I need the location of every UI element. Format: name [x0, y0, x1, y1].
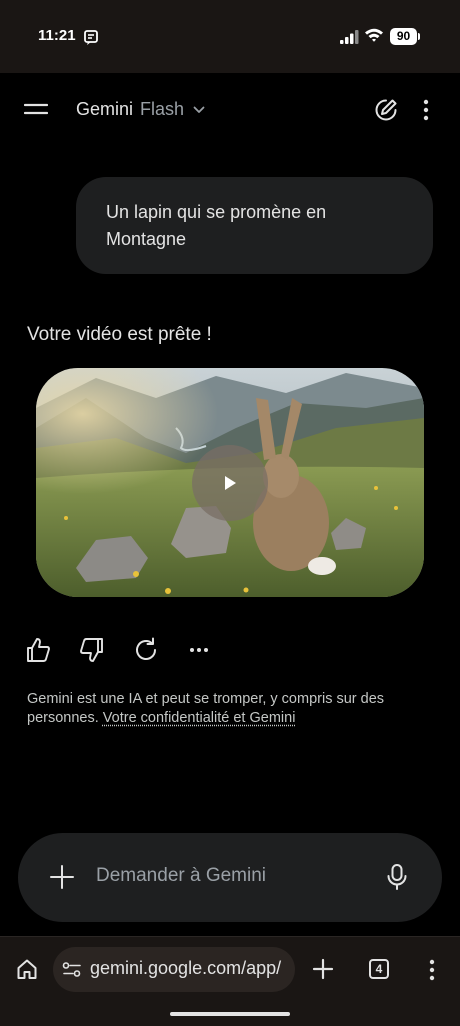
- more-vert-icon[interactable]: [416, 98, 436, 122]
- status-bar: 11:21 90: [0, 0, 460, 73]
- thumbs-down-icon[interactable]: [78, 636, 106, 664]
- disclaimer: Gemini est une IA et peut se tromper, y …: [27, 690, 427, 728]
- status-time: 11:21: [38, 27, 76, 44]
- more-vert-icon[interactable]: [422, 958, 442, 982]
- user-message: Un lapin qui se promène en Montagne: [76, 177, 433, 274]
- thumbs-up-icon[interactable]: [24, 636, 52, 664]
- battery-level: 90: [396, 29, 411, 43]
- wifi-icon: [365, 28, 383, 42]
- home-indicator: [170, 1012, 290, 1016]
- signal-icon: [340, 30, 359, 44]
- play-button[interactable]: [192, 445, 268, 521]
- home-icon[interactable]: [16, 958, 38, 980]
- new-tab-icon[interactable]: [312, 958, 334, 980]
- more-horiz-icon[interactable]: [186, 636, 214, 664]
- play-icon: [225, 476, 236, 490]
- address-bar[interactable]: gemini.google.com/app/: [53, 947, 295, 992]
- note-icon: [84, 30, 98, 45]
- app-name: Gemini: [76, 99, 134, 119]
- new-chat-icon[interactable]: [374, 98, 398, 122]
- video-player[interactable]: [36, 368, 424, 597]
- prompt-composer[interactable]: Demander à Gemini: [18, 833, 442, 922]
- model-selector[interactable]: Gemini Flash: [76, 99, 205, 120]
- site-settings-icon[interactable]: [62, 961, 82, 978]
- menu-icon[interactable]: [24, 97, 48, 121]
- prompt-input[interactable]: Demander à Gemini: [96, 865, 266, 887]
- battery-indicator: 90: [390, 28, 420, 45]
- response-text: Votre vidéo est prête !: [27, 324, 212, 345]
- privacy-link[interactable]: Votre confidentialité et Gemini: [103, 710, 296, 726]
- url-text: gemini.google.com/app/: [90, 958, 282, 978]
- model-name: Flash: [140, 99, 185, 119]
- mic-icon[interactable]: [386, 863, 408, 891]
- regenerate-icon[interactable]: [132, 636, 160, 664]
- tab-switcher-button[interactable]: 4: [369, 959, 389, 979]
- browser-toolbar: gemini.google.com/app/ 4: [0, 936, 460, 1026]
- chevron-down-icon: [193, 106, 205, 113]
- app-header: Gemini Flash: [0, 73, 460, 145]
- add-icon[interactable]: [50, 865, 74, 889]
